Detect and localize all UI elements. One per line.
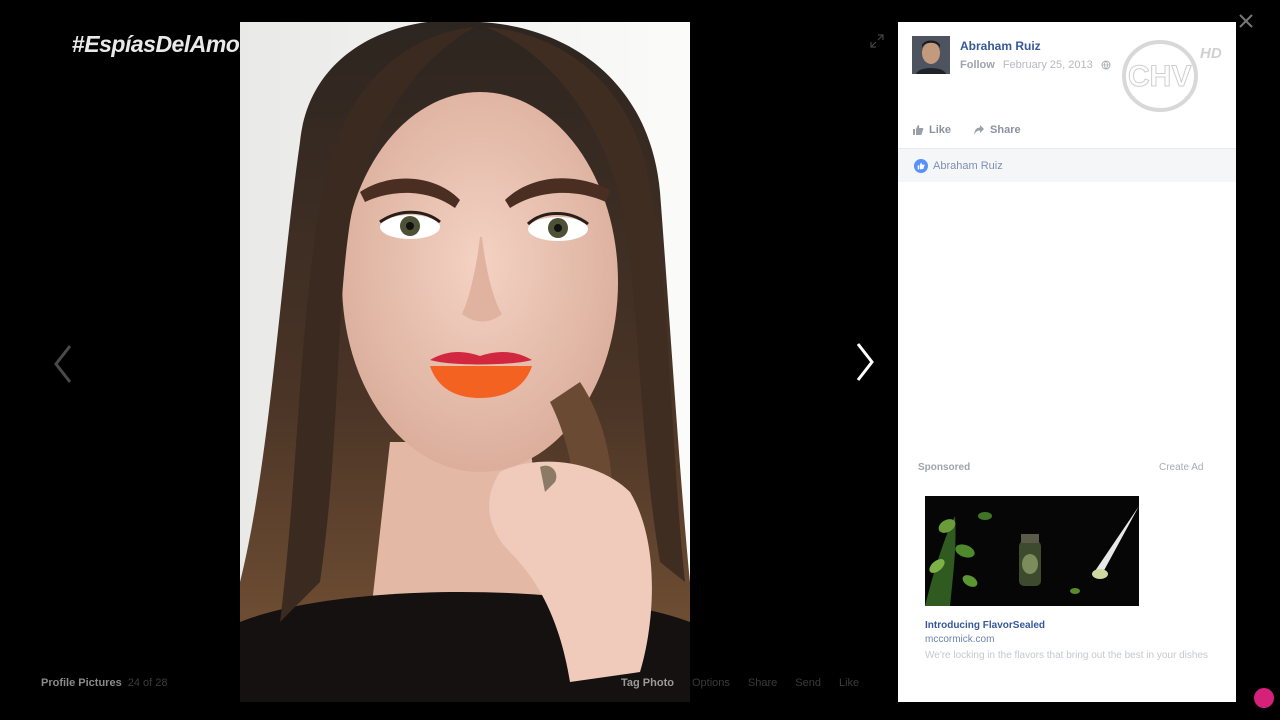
share-button[interactable]: Share xyxy=(748,677,777,689)
avatar[interactable] xyxy=(912,36,950,74)
options-button[interactable]: Options xyxy=(692,677,730,689)
album-info: Profile Pictures 24 of 28 xyxy=(41,677,167,689)
close-icon[interactable] xyxy=(1237,12,1255,30)
author-meta: Follow February 25, 2013 xyxy=(960,59,1111,71)
album-name[interactable]: Profile Pictures xyxy=(41,677,122,689)
post-like-button[interactable]: Like xyxy=(912,124,951,136)
chv-hd-logo: CHV HD xyxy=(1122,40,1222,112)
main-photo xyxy=(240,22,690,702)
like-badge-icon xyxy=(914,158,928,173)
post-date[interactable]: February 25, 2013 xyxy=(1003,59,1093,71)
photo-count: 24 of 28 xyxy=(127,677,168,689)
watermark-hd-text: HD xyxy=(1200,45,1222,62)
author-name[interactable]: Abraham Ruiz xyxy=(960,39,1041,53)
ad-domain[interactable]: mccormick.com xyxy=(925,634,994,645)
watermark-logo-text: CHV xyxy=(1128,60,1191,93)
post-share-button[interactable]: Share xyxy=(973,124,1021,136)
send-button[interactable]: Send xyxy=(795,677,821,689)
globe-icon xyxy=(1101,60,1111,70)
tag-photo-button[interactable]: Tag Photo xyxy=(621,677,674,689)
liked-by-name[interactable]: Abraham Ruiz xyxy=(933,160,1003,172)
follow-button[interactable]: Follow xyxy=(960,59,995,71)
like-button[interactable]: Like xyxy=(839,677,859,689)
post-side-panel: Abraham Ruiz Follow February 25, 2013 CH… xyxy=(898,22,1236,702)
show-hashtag-overlay: #EspíasDelAmor xyxy=(72,31,248,57)
ad-image[interactable] xyxy=(925,496,1139,606)
likes-summary: Abraham Ruiz xyxy=(898,148,1236,182)
sponsored-label: Sponsored xyxy=(918,462,971,473)
expand-icon[interactable] xyxy=(870,34,884,48)
thumbs-up-icon xyxy=(913,125,924,135)
share-arrow-icon xyxy=(974,125,985,135)
photo-actions-bar: Tag Photo Options Share Send Like xyxy=(621,677,859,689)
channel-corner-icon xyxy=(1254,688,1274,708)
chevron-right-icon[interactable] xyxy=(850,340,880,384)
post-like-label: Like xyxy=(929,124,952,136)
post-action-bar: Like Share xyxy=(912,124,1021,136)
ad-title[interactable]: Introducing FlavorSealed xyxy=(925,620,1045,631)
create-ad-link[interactable]: Create Ad xyxy=(1159,462,1203,473)
ad-description: We're locking in the flavors that bring … xyxy=(925,650,1208,661)
post-share-label: Share xyxy=(990,124,1021,136)
chevron-left-icon[interactable] xyxy=(48,342,78,386)
